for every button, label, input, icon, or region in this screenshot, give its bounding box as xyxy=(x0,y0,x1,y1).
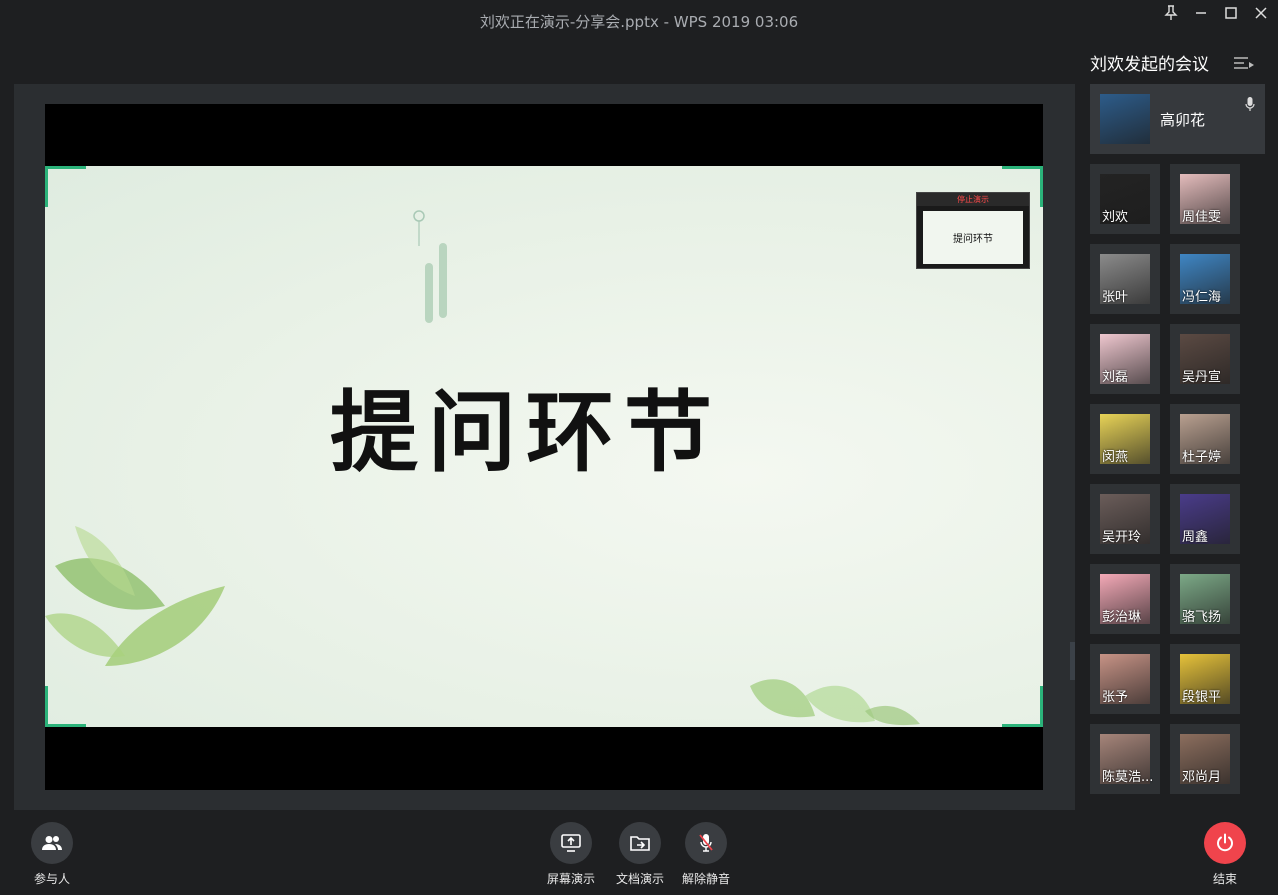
participant-tile[interactable]: 彭治琳 xyxy=(1090,564,1160,634)
meeting-title: 刘欢发起的会议 xyxy=(1090,55,1209,75)
leaves-bottom-decoration xyxy=(750,679,920,726)
screen-share-label: 屏幕演示 xyxy=(546,872,595,886)
participant-name: 彭治琳 xyxy=(1102,610,1142,625)
participant-name: 张予 xyxy=(1102,690,1129,705)
participant-tile[interactable]: 吴丹宣 xyxy=(1170,324,1240,394)
list-icon xyxy=(1234,57,1254,69)
participant-name: 杜子婷 xyxy=(1182,450,1222,465)
participants-button[interactable]: 参与人 xyxy=(28,822,76,887)
end-button-circle xyxy=(1204,822,1246,864)
participant-tile[interactable]: 刘欢 xyxy=(1090,164,1160,234)
participant-name: 吴开玲 xyxy=(1102,530,1142,545)
close-icon xyxy=(1255,7,1267,19)
unmute-label: 解除静音 xyxy=(681,872,730,886)
minimize-button[interactable] xyxy=(1190,4,1212,22)
participant-tile[interactable]: 刘磊 xyxy=(1090,324,1160,394)
people-icon xyxy=(42,836,62,850)
screen-share-button[interactable]: 屏幕演示 xyxy=(542,822,600,887)
participant-name: 周鑫 xyxy=(1182,530,1209,545)
participant-tile[interactable]: 周佳雯 xyxy=(1170,164,1240,234)
end-label: 结束 xyxy=(1212,872,1237,886)
participant-tile[interactable]: 周鑫 xyxy=(1170,484,1240,554)
screen-share-icon xyxy=(561,834,581,852)
participant-name: 冯仁海 xyxy=(1182,290,1222,305)
participant-name: 刘磊 xyxy=(1102,370,1129,385)
presentation-stage: 提问环节 停止演示 提问环节 xyxy=(14,84,1075,810)
slide: 提问环节 停止演示 提问环节 xyxy=(45,166,1043,727)
participant-name: 陈莫浩... xyxy=(1102,770,1154,785)
maximize-icon xyxy=(1225,7,1237,19)
participant-tile[interactable]: 杜子婷 xyxy=(1170,404,1240,474)
pin-icon xyxy=(1164,5,1178,20)
participant-name: 段银平 xyxy=(1182,690,1222,705)
side-drawer-handle[interactable] xyxy=(1070,642,1075,680)
window-title: 刘欢正在演示-分享会.pptx - WPS 2019 03:06 xyxy=(479,13,799,31)
participant-name: 张叶 xyxy=(1102,290,1129,305)
participant-tile[interactable]: 闵燕 xyxy=(1090,404,1160,474)
minimize-icon xyxy=(1196,12,1206,14)
participants-label: 参与人 xyxy=(33,872,70,886)
doc-share-button[interactable]: 文档演示 xyxy=(611,822,669,887)
avatar xyxy=(1100,94,1150,144)
participant-tile[interactable]: 段银平 xyxy=(1170,644,1240,714)
frame-corner xyxy=(45,686,86,727)
participant-tile[interactable]: 张予 xyxy=(1090,644,1160,714)
end-meeting-button[interactable]: 结束 xyxy=(1201,822,1249,887)
frame-corner xyxy=(45,166,86,207)
participant-name: 周佳雯 xyxy=(1182,210,1222,225)
participant-tile[interactable]: 张叶 xyxy=(1090,244,1160,314)
frame-corner xyxy=(1002,166,1043,207)
microphone-icon xyxy=(1245,97,1255,111)
vertical-ornament-decoration xyxy=(413,210,447,323)
participant-name: 刘欢 xyxy=(1102,210,1129,225)
participant-tile[interactable]: 冯仁海 xyxy=(1170,244,1240,314)
host-participant[interactable]: 高卯花 xyxy=(1090,84,1265,154)
doc-share-icon xyxy=(630,836,650,851)
participant-tile[interactable]: 骆飞扬 xyxy=(1170,564,1240,634)
close-button[interactable] xyxy=(1250,4,1272,22)
unmute-button[interactable]: 解除静音 xyxy=(677,822,735,887)
doc-share-label: 文档演示 xyxy=(615,872,664,886)
window-controls xyxy=(1160,4,1272,22)
power-icon xyxy=(1217,833,1233,852)
participant-tile[interactable]: 邓尚月 xyxy=(1170,724,1240,794)
slide-frame: 提问环节 停止演示 提问环节 xyxy=(45,104,1043,790)
member-list-toggle[interactable] xyxy=(1233,55,1255,75)
participant-name: 高卯花 xyxy=(1160,111,1206,129)
participant-name: 邓尚月 xyxy=(1182,770,1222,785)
participant-name: 吴丹宣 xyxy=(1182,370,1222,385)
muted-microphone-icon xyxy=(699,834,713,852)
maximize-button[interactable] xyxy=(1220,4,1242,22)
participant-name: 骆飞扬 xyxy=(1182,610,1222,625)
thumbnail-slide: 提问环节 xyxy=(923,211,1023,264)
pin-button[interactable] xyxy=(1160,4,1182,22)
participant-tile[interactable]: 陈莫浩... xyxy=(1090,724,1160,794)
frame-corner xyxy=(1002,686,1043,727)
slide-heading: 提问环节 xyxy=(330,380,723,484)
participant-name: 闵燕 xyxy=(1102,450,1129,465)
participant-tile[interactable]: 吴开玲 xyxy=(1090,484,1160,554)
